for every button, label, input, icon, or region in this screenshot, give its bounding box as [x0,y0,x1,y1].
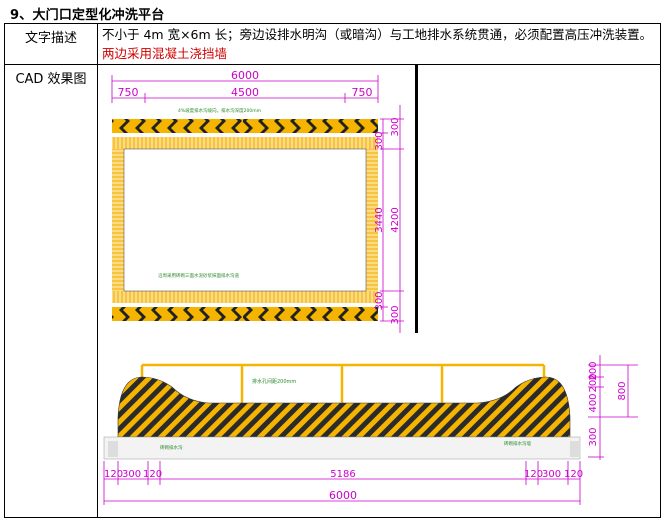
wash-platform-area [123,148,367,292]
section-note-right: 砖砌排水沟墙 [504,440,531,447]
plan-dim-4200: 4200 [390,207,401,232]
section-dim-800: 800 [617,381,628,400]
plan-note-top: 4%坡度排水沟坡向，排水沟深度200mm [178,107,261,114]
plan-dim-3440: 3440 [374,207,385,232]
section-note-pipe: 排水孔间距200mm [252,378,296,385]
hazard-band-top-left [112,119,243,133]
plan-right-width: 750 [352,86,373,99]
section-dim-120b: 120 [143,469,162,480]
plan-dim-300-outer-top: 300 [390,117,401,136]
plan-left-width: 750 [118,86,139,99]
section-dim-5186: 5186 [330,469,355,480]
cad-drawing: 6000 750 4500 750 4%坡度排水沟坡向，排水沟深度200mm 沿… [103,65,638,505]
spec-table: 文字描述 不小于 4m 宽×6m 长；旁边设排水明沟（或暗沟）与工地排水系统贯通… [4,23,661,518]
plan-note-bottom: 沿周采用砖砌三面水泥砂浆抹面排水沟道 [158,272,239,279]
description-highlight: 两边采用混凝土浇挡墙 [102,46,228,61]
cad-figure-cell: 6000 750 4500 750 4%坡度排水沟坡向，排水沟深度200mm 沿… [97,64,661,518]
section-dim-200b: 200 [588,373,599,392]
section-heading: 9、大门口定型化冲洗平台 [10,8,165,23]
section-dim-300b: 300 [542,469,561,480]
left-drain [108,441,118,457]
section-dim-120d: 120 [564,469,583,480]
section-dim-400: 400 [588,393,599,412]
hazard-wall [117,376,571,438]
plan-dim-300-inner-bottom: 300 [374,291,385,310]
hazard-band-bottom-left [112,307,243,321]
plan-dim-300-inner-top: 300 [374,131,385,150]
drain-grate-bottom [112,291,378,303]
table-row: CAD 效果图 6000 750 4500 750 4%坡度排水沟坡向，排水沟深… [4,64,661,518]
hazard-band-bottom-right [243,307,378,321]
drain-grate-left [112,149,124,291]
section-dim-300: 300 [588,427,599,446]
row-label-cad: CAD 效果图 [4,64,98,518]
section-view: 排水孔间距200mm 砖砌排水沟 砖砌排水沟墙 200 200 400 300 … [103,355,638,505]
plan-view: 6000 750 4500 750 4%坡度排水沟坡向，排水沟深度200mm 沿… [111,65,418,333]
plan-dim-300-outer-bottom: 300 [390,305,401,324]
section-total-length: 6000 [329,489,357,502]
document-page: 9、大门口定型化冲洗平台 文字描述 不小于 4m 宽×6m 长；旁边设排水明沟（… [0,0,664,526]
section-note-left: 砖砌排水沟 [160,444,183,451]
right-drain [570,441,580,457]
plan-total-width: 6000 [231,69,259,82]
divider-line [415,65,418,333]
row-label-description: 文字描述 [4,23,98,65]
section-dim-120a: 120 [104,469,123,480]
description-cell: 不小于 4m 宽×6m 长；旁边设排水明沟（或暗沟）与工地排水系统贯通，必须配置… [97,23,661,65]
hazard-band-top-right [243,119,378,133]
table-row: 文字描述 不小于 4m 宽×6m 长；旁边设排水明沟（或暗沟）与工地排水系统贯通… [4,23,661,65]
description-text: 不小于 4m 宽×6m 长；旁边设排水明沟（或暗沟）与工地排水系统贯通，必须配置… [102,27,653,42]
section-dim-300a: 300 [122,469,141,480]
plan-middle-width: 4500 [231,86,259,99]
section-dim-120c: 120 [524,469,543,480]
drain-grate-top [112,137,378,149]
